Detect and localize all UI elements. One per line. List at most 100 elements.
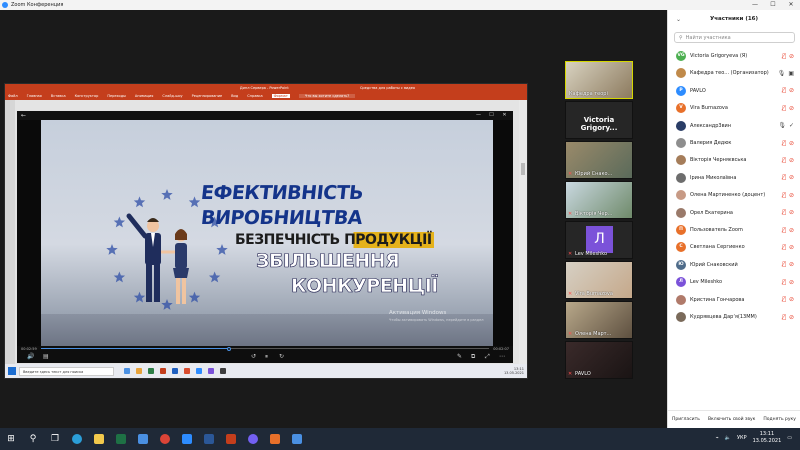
ribbon-tab[interactable]: Главная <box>27 94 42 98</box>
ribbon-tab[interactable]: Файл <box>8 94 18 98</box>
volume-icon[interactable]: 🔊 <box>27 353 34 360</box>
participant-tile[interactable]: ✕ Vira Burnazova <box>565 261 633 299</box>
muted-mic-icon[interactable]: 🎙̸ <box>782 192 786 199</box>
task-view-icon[interactable]: ❐ <box>44 428 66 450</box>
participant-row[interactable]: V Vira Burnazova 🎙̸ ⊘ <box>668 100 800 116</box>
participant-search-input[interactable]: ⚲ Найти участника <box>674 32 795 43</box>
ribbon-tab[interactable]: Формат <box>271 94 290 98</box>
muted-mic-icon[interactable]: 🎙̸ <box>782 174 786 181</box>
camera-off-icon[interactable]: ⊘ <box>789 209 794 216</box>
ribbon-tab[interactable]: Справка <box>247 94 262 98</box>
pen-icon[interactable]: ✎ <box>457 353 462 360</box>
participant-tile[interactable]: Л ✕ Lev Mileshko <box>565 221 633 259</box>
captions-icon[interactable]: ▤ <box>43 353 49 360</box>
ppt-scrollbar[interactable] <box>519 100 527 364</box>
muted-mic-icon[interactable]: 🎙̸ <box>782 296 786 303</box>
check-icon[interactable]: ✓ <box>789 122 794 129</box>
camera-off-icon[interactable]: ⊘ <box>789 192 794 199</box>
participant-row[interactable]: Кудрявцева Дарʼя(13ММ) 🎙̸ ⊘ <box>668 309 800 325</box>
participant-row[interactable]: Олена Мартиненко (доцент) 🎙̸ ⊘ <box>668 187 800 203</box>
participant-tile[interactable]: ✕ Юрий Снако... <box>565 141 633 179</box>
muted-mic-icon[interactable]: 🎙̸ <box>782 261 786 268</box>
participant-tile[interactable]: ✕ Вікторія Чер... <box>565 181 633 219</box>
participant-row[interactable]: Валерия Дедюк 🎙̸ ⊘ <box>668 135 800 151</box>
video-close-icon[interactable]: ✕ <box>498 111 511 120</box>
slide-thumbnails[interactable] <box>5 100 15 364</box>
notifications-icon[interactable]: ▭ <box>787 435 792 441</box>
file-explorer-icon[interactable] <box>88 428 110 450</box>
participant-row[interactable]: Ірина Миколаївна 🎙̸ ⊘ <box>668 170 800 186</box>
video-player[interactable]: ← — ☐ ✕ ЕФЕКТИВНІСТЬ ВИРОБНИЦТВА БЕЗПЕЧН… <box>17 111 513 363</box>
participant-row[interactable]: Александр3вин 🎙 ✓ <box>668 118 800 134</box>
participant-row[interactable]: P PAVLO 🎙̸ ⊘ <box>668 83 800 99</box>
excel-icon[interactable] <box>110 428 132 450</box>
search-icon[interactable]: ⚲ <box>22 428 44 450</box>
muted-mic-icon[interactable]: 🎙̸ <box>782 279 786 286</box>
muted-mic-icon[interactable]: 🎙̸ <box>782 140 786 147</box>
ribbon-tab[interactable]: Рецензирование <box>192 94 223 98</box>
invite-button[interactable]: Пригласить <box>672 417 700 422</box>
muted-mic-icon[interactable]: 🎙̸ <box>782 209 786 216</box>
participant-row[interactable]: Вікторія Черняєвська 🎙̸ ⊘ <box>668 152 800 168</box>
camera-off-icon[interactable]: ⊘ <box>789 157 794 164</box>
mic-icon[interactable]: 🎙 <box>778 70 786 77</box>
muted-mic-icon[interactable]: 🎙̸ <box>782 87 786 94</box>
video-progress-knob[interactable] <box>227 347 232 351</box>
participant-row[interactable]: С Светлана Сергиенко 🎙̸ ⊘ <box>668 239 800 255</box>
word-icon[interactable] <box>198 428 220 450</box>
rewind-icon[interactable]: ↺ <box>251 353 256 360</box>
speaker-icon[interactable]: 🔈 <box>725 435 731 441</box>
back-arrow-icon[interactable]: ← <box>21 112 26 119</box>
video-minimize-icon[interactable]: — <box>472 111 485 120</box>
more-icon[interactable]: ⋯ <box>499 353 505 360</box>
video-restore-icon[interactable]: ☐ <box>485 111 498 120</box>
participant-row[interactable]: Ю Юрий Снаковский 🎙̸ ⊘ <box>668 257 800 273</box>
camera-off-icon[interactable]: ⊘ <box>789 244 794 251</box>
powerpoint-icon[interactable] <box>220 428 242 450</box>
media-icon[interactable] <box>264 428 286 450</box>
camera-off-icon[interactable]: ⊘ <box>789 53 794 60</box>
maximize-icon[interactable]: ☐ <box>764 0 782 10</box>
zoom-taskbar-icon[interactable] <box>176 428 198 450</box>
unmute-button[interactable]: Включить свой звук <box>708 417 755 422</box>
fullscreen-icon[interactable]: ⤢ <box>485 353 490 361</box>
camera-off-icon[interactable]: ⊘ <box>789 261 794 268</box>
viber-icon[interactable] <box>242 428 264 450</box>
keyboard-language[interactable]: УКР <box>737 435 747 441</box>
ribbon-search-input[interactable]: Что вы хотите сделать? <box>298 94 356 98</box>
camera-off-icon[interactable]: ⊘ <box>789 296 794 303</box>
edge-icon[interactable] <box>66 428 88 450</box>
ribbon-tab[interactable]: Вставка <box>51 94 66 98</box>
minimize-icon[interactable]: — <box>746 0 764 10</box>
ribbon-tab[interactable]: Анимация <box>135 94 154 98</box>
camera-icon[interactable]: ▣ <box>788 70 794 77</box>
raise-hand-button[interactable]: Поднять руку <box>763 417 796 422</box>
close-icon[interactable]: ✕ <box>782 0 800 10</box>
muted-mic-icon[interactable]: 🎙̸ <box>782 227 786 234</box>
ribbon-tab[interactable]: Вид <box>231 94 238 98</box>
participant-tile[interactable]: ✕ Олена Март... <box>565 301 633 339</box>
taskbar-clock[interactable]: 13:11 13.05.2021 <box>753 431 782 445</box>
forward-icon[interactable]: ↻ <box>279 353 284 360</box>
participant-row[interactable]: Кафедра тео... (Организатор) 🎙 ▣ <box>668 65 800 81</box>
chevron-down-icon[interactable]: ⌄ <box>676 16 681 23</box>
camera-off-icon[interactable]: ⊘ <box>789 174 794 181</box>
muted-mic-icon[interactable]: 🎙̸ <box>782 244 786 251</box>
participant-row[interactable]: П Пользователь Zoom 🎙̸ ⊘ <box>668 222 800 238</box>
participant-tile[interactable]: Victoria Grigory... <box>565 101 633 139</box>
pause-icon[interactable]: ⏸ <box>265 353 268 361</box>
video-progress-track[interactable] <box>41 347 489 351</box>
crop-icon[interactable]: ⧉ <box>471 353 475 361</box>
camera-off-icon[interactable]: ⊘ <box>789 140 794 147</box>
participant-row[interactable]: Орел Екатерина 🎙̸ ⊘ <box>668 205 800 221</box>
mic-icon[interactable]: 🎙 <box>778 122 786 129</box>
camera-off-icon[interactable]: ⊘ <box>789 87 794 94</box>
ribbon-tab[interactable]: Конструктор <box>75 94 99 98</box>
chrome-icon[interactable] <box>154 428 176 450</box>
camera-off-icon[interactable]: ⊘ <box>789 227 794 234</box>
camera-off-icon[interactable]: ⊘ <box>789 279 794 286</box>
windows-start-icon[interactable]: ⊞ <box>0 428 22 450</box>
shared-screen[interactable]: Дипл Сервера - PowerPoint Средства для р… <box>4 83 528 379</box>
camera-off-icon[interactable]: ⊘ <box>789 314 794 321</box>
participant-row[interactable]: VG Victoria Grigoryeva (Я) 🎙̸ ⊘ <box>668 48 800 64</box>
